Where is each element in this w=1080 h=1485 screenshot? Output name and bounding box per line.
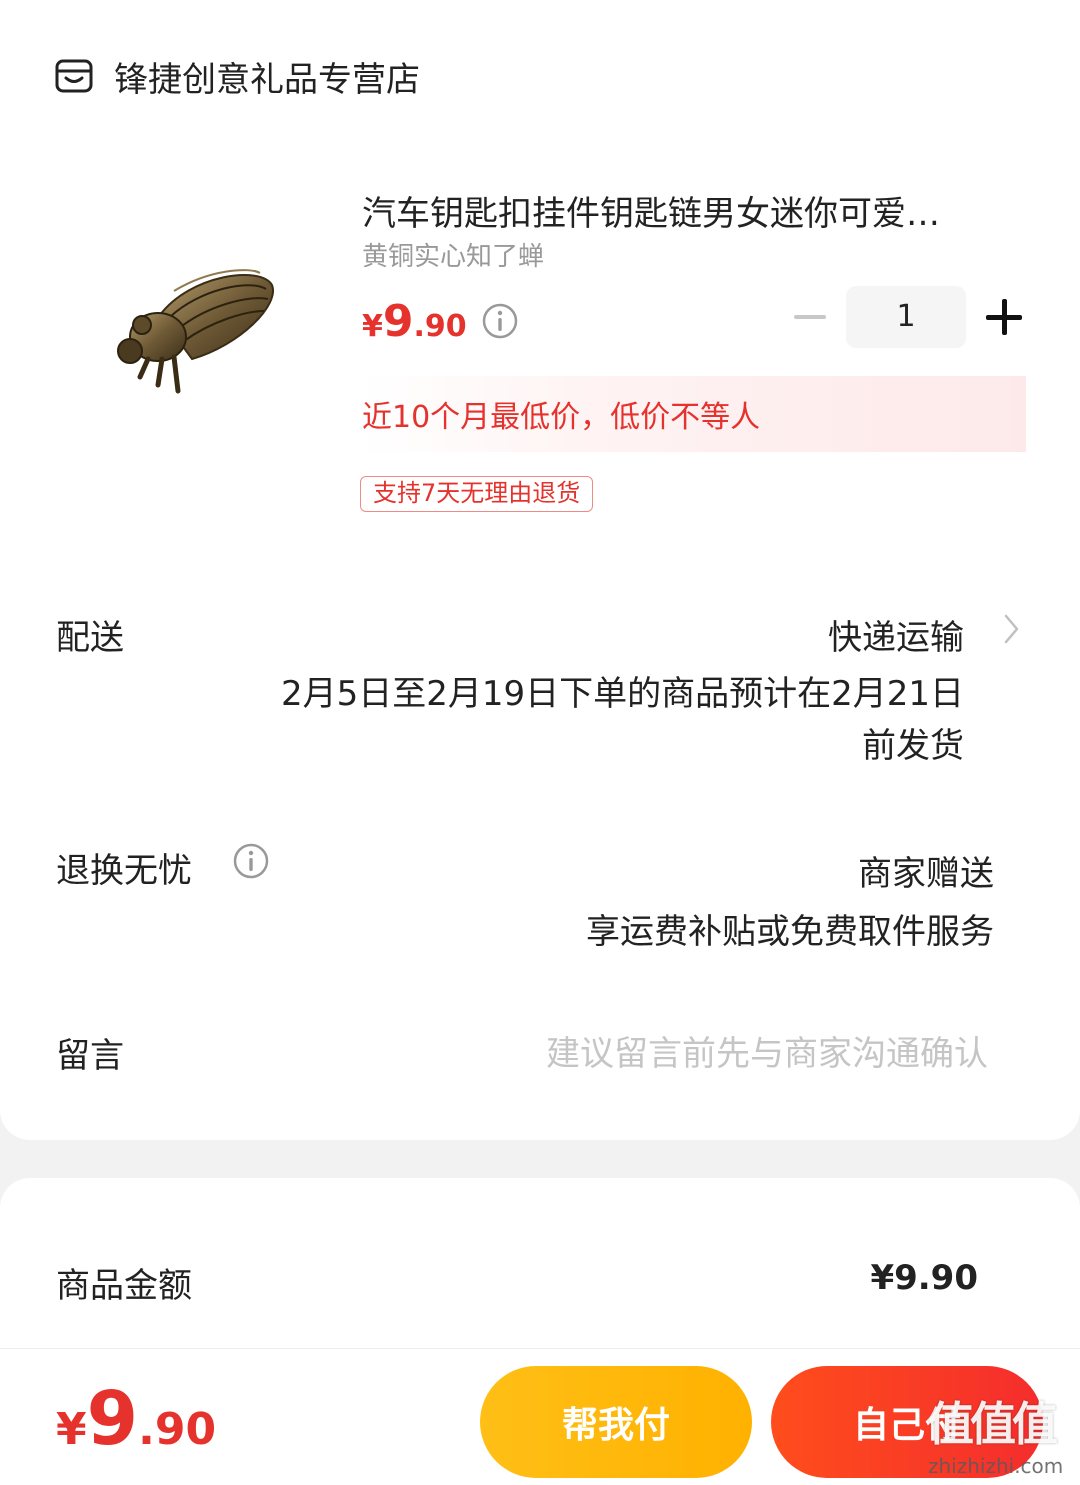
- watermark-url: zhizhizhi.com: [928, 1454, 1064, 1478]
- delivery-method[interactable]: 快递运输: [828, 610, 964, 659]
- store-name: 锋捷创意礼品专营店: [114, 59, 420, 100]
- product-title[interactable]: 汽车钥匙扣挂件钥匙链男女迷你可爱…: [362, 186, 1022, 235]
- return-policy-tag: 支持7天无理由退货: [360, 476, 594, 512]
- info-icon[interactable]: [481, 302, 519, 340]
- info-icon[interactable]: [232, 842, 270, 880]
- goods-amount-label: 商品金额: [56, 1266, 192, 1306]
- watermark: 值值值 zhizhizhi.com: [928, 1388, 1078, 1484]
- decrease-button[interactable]: [790, 286, 830, 348]
- total-price: ¥ 9 .90: [56, 1382, 216, 1456]
- quantity-stepper: 1: [790, 286, 1030, 348]
- chevron-right-icon[interactable]: [1002, 612, 1022, 646]
- total-integer: 9: [86, 1376, 139, 1462]
- watermark-logo: 值值值: [928, 1397, 1058, 1451]
- message-label: 留言: [56, 1036, 124, 1076]
- product-sku[interactable]: 黄铜实心知了蝉: [362, 236, 544, 273]
- store-icon: [55, 59, 93, 93]
- product-image[interactable]: [100, 255, 290, 415]
- price-integer: 9: [382, 296, 414, 347]
- lowest-price-banner: 近10个月最低价，低价不等人: [362, 376, 1026, 452]
- increase-button[interactable]: [986, 299, 1022, 335]
- returns-label: 退换无忧: [56, 851, 192, 891]
- returns-value: 商家赠送: [858, 854, 994, 894]
- goods-amount-value: ¥9.90: [870, 1258, 978, 1298]
- price-currency: ¥: [362, 309, 383, 344]
- delivery-note-continued: 前发货: [862, 726, 964, 766]
- message-input[interactable]: 建议留言前先与商家沟通确认: [546, 1026, 988, 1075]
- returns-detail: 享运费补贴或免费取件服务: [586, 912, 994, 952]
- delivery-note: 2月5日至2月19日下单的商品预计在2月21日: [280, 674, 964, 714]
- lowest-price-text: 近10个月最低价，低价不等人: [362, 400, 761, 435]
- order-card: [0, 0, 1080, 1140]
- total-decimal: .90: [138, 1404, 217, 1455]
- total-currency: ¥: [56, 1404, 87, 1455]
- delivery-label: 配送: [56, 618, 124, 658]
- help-me-pay-button[interactable]: 帮我付: [480, 1366, 752, 1478]
- minus-icon: [794, 315, 826, 319]
- quantity-input[interactable]: 1: [846, 286, 966, 348]
- price-decimal: .90: [413, 309, 467, 344]
- product-price: ¥ 9 .90: [362, 296, 467, 347]
- store-header[interactable]: 锋捷创意礼品专营店: [54, 52, 420, 100]
